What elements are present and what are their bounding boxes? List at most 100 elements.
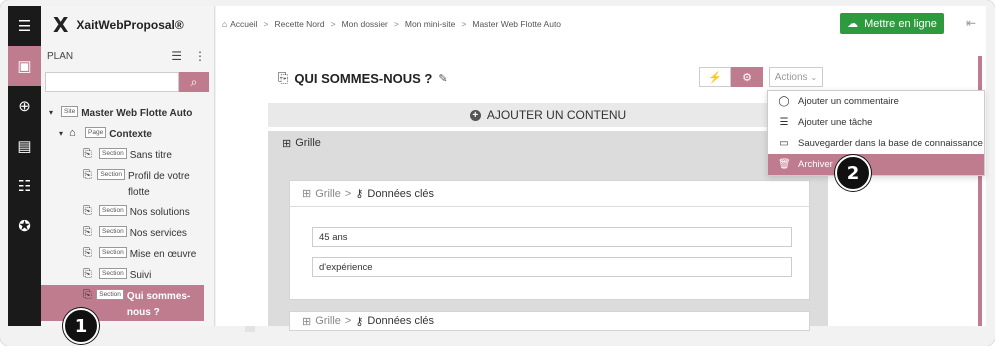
app-window: ☰ ▣ ⊕ ▤ ☷ ✪ X XaitWebProposal® PLAN ☰ ⋮ … <box>0 0 995 346</box>
tree-search-input[interactable] <box>45 72 179 92</box>
key-icon: ⚷ <box>355 188 364 200</box>
list-view-icon[interactable]: ☰ <box>171 49 182 63</box>
breadcrumb-separator: > <box>461 19 467 29</box>
menu-item-add-task[interactable]: ☰ Ajouter une tâche <box>768 112 984 133</box>
key-data-value-field[interactable]: 45 ans <box>312 227 792 247</box>
sidebar: X XaitWebProposal® PLAN ☰ ⋮ ⌕ ▾ Site Maste… <box>41 6 255 332</box>
menu-item-label: Sauvegarder dans la base de connaissance <box>798 138 983 149</box>
grid-header[interactable]: ⊞ Grille <box>268 131 828 155</box>
card-crumb-grid[interactable]: Grille <box>315 315 341 327</box>
node-type-tag: Section <box>97 169 126 180</box>
section-icon: ⎘ <box>278 70 289 85</box>
node-type-tag: Page <box>85 127 107 138</box>
breadcrumb-separator: > <box>344 187 352 200</box>
breadcrumb-item[interactable]: Accueil <box>230 19 257 29</box>
actions-label: Actions <box>774 71 808 83</box>
add-content-label: AJOUTER UN CONTENU <box>486 108 627 122</box>
tree-item-label: Nos solutions <box>129 207 190 218</box>
sites-icon[interactable]: ▣ <box>8 46 41 86</box>
actions-dropdown[interactable]: Actions ⌄ <box>769 67 823 87</box>
section-icon: ⎘ <box>83 247 92 259</box>
tree-item[interactable]: ⎘ Section Sans titre <box>41 144 204 165</box>
menu-item-label: Archiver <box>798 159 833 170</box>
menu-item-archive[interactable]: 🗑 Archiver <box>768 154 984 175</box>
expand-toggle-icon[interactable]: ▾ <box>59 127 69 138</box>
node-type-tag: Section <box>99 268 127 279</box>
icon-rail: ☰ ▣ ⊕ ▤ ☷ ✪ <box>8 6 41 326</box>
menu-item-label: Ajouter un commentaire <box>798 96 899 107</box>
key-data-label-field[interactable]: d'expérience <box>312 257 792 277</box>
tree-item-label: Profil de votre flotte <box>128 171 190 198</box>
actions-menu: ◯ Ajouter un commentaire ☰ Ajouter une t… <box>767 90 985 176</box>
tree-item-label: Master Web Flotte Auto <box>81 108 193 119</box>
breadcrumb-item[interactable]: Master Web Flotte Auto <box>472 19 561 29</box>
node-type-tag: Section <box>99 226 127 237</box>
xait-logo-icon: X <box>53 13 69 37</box>
plus-circle-icon: + <box>469 109 481 121</box>
plan-tree: ▾ Site Master Web Flotte Auto ▾ ⌂ Page Context… <box>41 102 204 321</box>
tree-item-label: Sans titre <box>129 150 172 161</box>
tree-item-label: Qui sommes-nous ? <box>126 291 191 318</box>
section-icon: ⎘ <box>83 268 92 280</box>
publish-label: Mettre en ligne <box>864 17 937 30</box>
structure-view-button[interactable]: ⚙ <box>731 67 763 87</box>
tree-item[interactable]: ⎘ Section Nos services <box>41 222 204 243</box>
callout-badge-2: 2 <box>835 155 871 191</box>
tree-item[interactable]: ▾ ⌂ Page Contexte <box>41 123 204 144</box>
node-type-tag: Site <box>61 106 79 117</box>
breadcrumb-item[interactable]: Mon dossier <box>342 19 388 29</box>
grid-block: ⊞ Grille ⊞ Grille > ⚷ Données clés 45 an… <box>268 131 828 331</box>
edit-pencil-icon[interactable]: ✎ <box>438 72 447 85</box>
expand-toggle-icon[interactable]: ▾ <box>49 106 59 117</box>
tree-item[interactable]: ⎘ Section Mise en œuvre <box>41 243 204 264</box>
breadcrumb-separator: > <box>393 19 399 29</box>
key-icon: ⚷ <box>355 315 364 328</box>
breadcrumb-item[interactable]: Mon mini-site <box>405 19 456 29</box>
menu-item-label: Ajouter une tâche <box>798 117 873 128</box>
trash-icon: 🗑 <box>778 159 791 170</box>
search-icon: ⌕ <box>190 74 198 89</box>
breadcrumb-separator: > <box>330 19 336 29</box>
document-icon[interactable]: ▤ <box>8 126 41 166</box>
breadcrumb-item[interactable]: Recette Nord <box>275 19 325 29</box>
tree-item[interactable]: ⎘ Section Suivi <box>41 264 204 285</box>
tree-search: ⌕ <box>41 72 214 92</box>
plan-header: PLAN ☰ ⋮ <box>41 44 214 68</box>
brand: X XaitWebProposal® <box>41 6 214 44</box>
more-options-icon[interactable]: ⋮ <box>194 49 206 63</box>
tree-item-label: Suivi <box>129 270 152 281</box>
search-zoom-icon[interactable]: ⊕ <box>8 86 41 126</box>
handshake-icon[interactable]: ✪ <box>8 206 41 246</box>
tree-item[interactable]: ▾ Site Master Web Flotte Auto <box>41 102 204 123</box>
page-title: QUI SOMMES-NOUS ? <box>294 70 433 86</box>
tree-item[interactable]: ⎘ Section Profil de votre flotte <box>41 165 204 201</box>
publish-button[interactable]: ☁ Mettre en ligne <box>840 13 944 34</box>
list-icon[interactable]: ☷ <box>8 166 41 206</box>
comment-icon: ◯ <box>778 96 790 107</box>
add-content-button[interactable]: + AJOUTER UN CONTENU <box>268 103 828 127</box>
cloud-upload-icon: ☁ <box>847 18 859 30</box>
section-icon: ⎘ <box>83 148 92 160</box>
node-type-tag: Section <box>99 148 127 159</box>
hide-structure-button[interactable]: ⚡ <box>699 67 731 87</box>
tree-item-label: Mise en œuvre <box>129 249 197 260</box>
section-icon: ⎘ <box>83 226 92 238</box>
tree-item[interactable]: ⎘ Section Nos solutions <box>41 201 204 222</box>
card-breadcrumb: ⊞ Grille > ⚷ Données clés <box>290 181 809 207</box>
card-crumb-grid[interactable]: Grille <box>315 188 341 200</box>
node-type-tag: Section <box>99 247 127 258</box>
key-data-card: ⊞ Grille > ⚷ Données clés 45 ans d'expér… <box>289 180 810 300</box>
tree-item-label: Nos services <box>129 228 187 239</box>
callout-badge-1: 1 <box>63 308 99 344</box>
menu-item-save-knowledge-base[interactable]: ▭ Sauvegarder dans la base de connaissan… <box>768 133 984 154</box>
node-type-tag: Section <box>99 205 127 216</box>
section-icon: ⎘ <box>83 169 92 181</box>
task-icon: ☰ <box>779 117 789 128</box>
search-button[interactable]: ⌕ <box>179 72 209 92</box>
view-toggle: ⚡ ⚙ <box>699 67 763 87</box>
collapse-panel-icon[interactable]: ⇤ <box>966 16 976 30</box>
menu-icon[interactable]: ☰ <box>8 6 41 46</box>
menu-item-add-comment[interactable]: ◯ Ajouter un commentaire <box>768 91 984 112</box>
breadcrumb-separator: > <box>263 19 269 29</box>
section-icon: ⎘ <box>83 205 92 217</box>
